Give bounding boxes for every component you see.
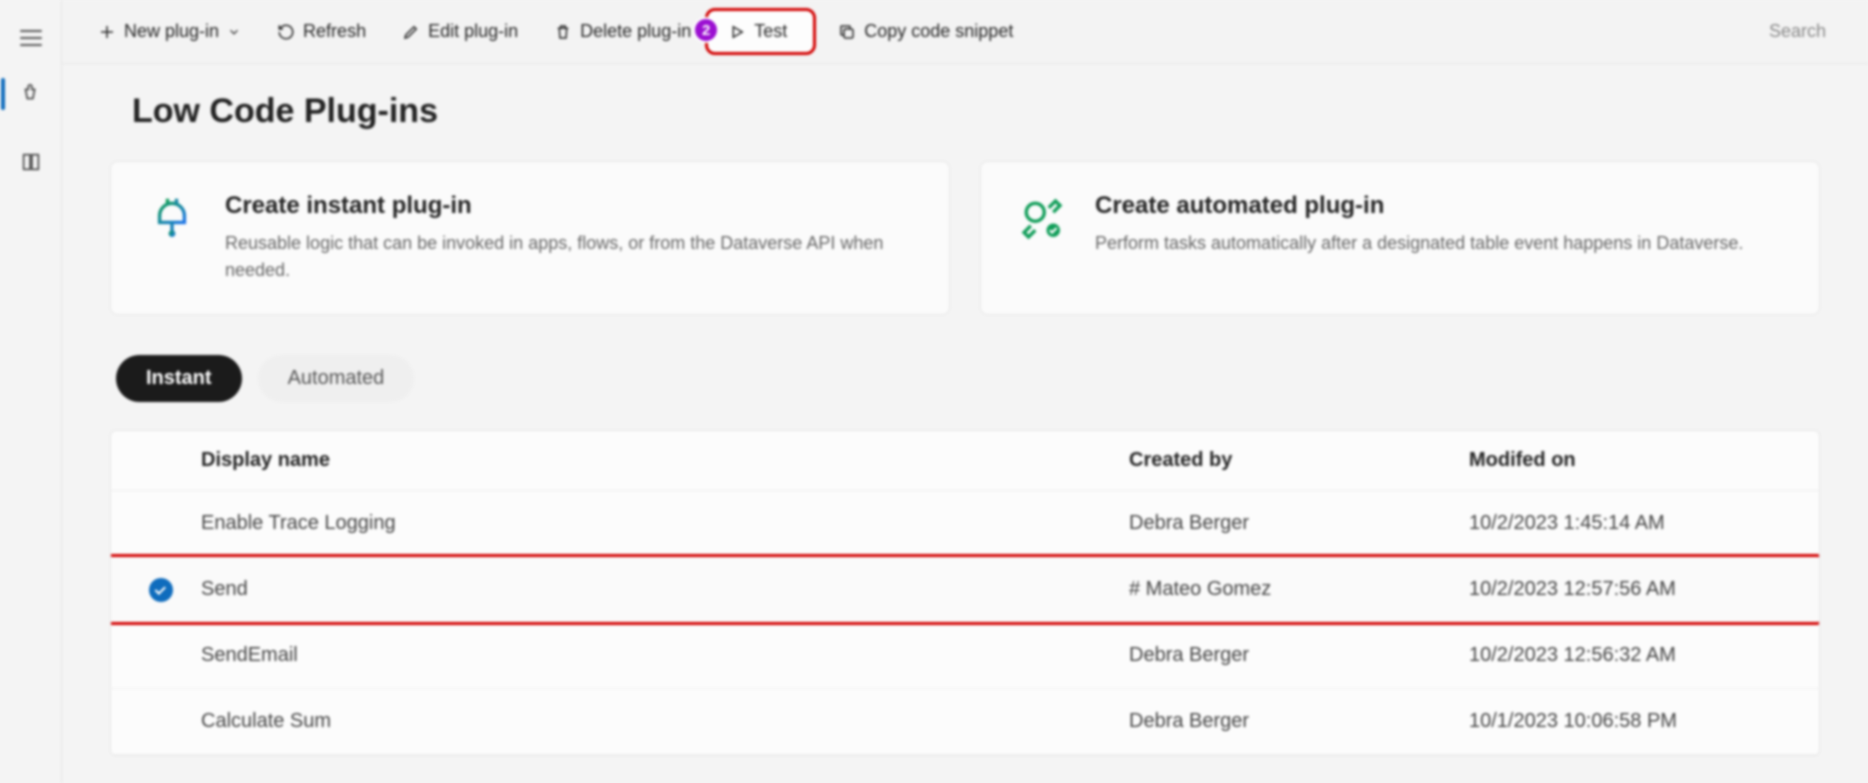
test-button[interactable]: Test bbox=[722, 17, 793, 46]
cell-name: Enable Trace Logging bbox=[201, 512, 1129, 535]
table-row[interactable]: Calculate Sum Debra Berger 10/1/2023 10:… bbox=[111, 689, 1819, 755]
table-row[interactable]: SendEmail Debra Berger 10/2/2023 12:56:3… bbox=[111, 623, 1819, 689]
table-row[interactable]: Enable Trace Logging Debra Berger 10/2/2… bbox=[111, 491, 1819, 557]
copy-snippet-button[interactable]: Copy code snippet bbox=[824, 13, 1027, 50]
delete-plugin-label: Delete plug-in bbox=[580, 21, 691, 42]
instant-icon bbox=[145, 192, 199, 246]
cell-createdby: Debra Berger bbox=[1129, 710, 1469, 733]
checkmark-icon[interactable] bbox=[149, 578, 173, 602]
cell-modifiedon: 10/1/2023 10:06:58 PM bbox=[1469, 710, 1809, 733]
table-row[interactable]: 1 Send # Mateo Gomez 10/2/2023 12:57:56 … bbox=[111, 557, 1819, 623]
copy-icon bbox=[838, 23, 856, 41]
refresh-button[interactable]: Refresh bbox=[263, 13, 380, 50]
cell-createdby: Debra Berger bbox=[1129, 512, 1469, 535]
create-automated-card[interactable]: Create automated plug-in Perform tasks a… bbox=[980, 161, 1820, 315]
delete-plugin-button[interactable]: Delete plug-in bbox=[540, 13, 697, 50]
refresh-icon bbox=[277, 23, 295, 41]
tabs: Instant Automated bbox=[110, 355, 1820, 402]
toolbar: New plug-in Refresh Edit plug-in Delete … bbox=[62, 0, 1868, 64]
automated-card-desc: Perform tasks automatically after a desi… bbox=[1095, 230, 1743, 257]
cell-modifiedon: 10/2/2023 12:57:56 AM bbox=[1469, 578, 1809, 601]
test-button-highlight: 2 Test bbox=[705, 8, 816, 55]
left-nav-rail bbox=[0, 0, 62, 783]
new-plugin-button[interactable]: New plug-in bbox=[84, 13, 255, 50]
chevron-down-icon bbox=[227, 25, 241, 39]
new-plugin-label: New plug-in bbox=[124, 21, 219, 42]
test-label: Test bbox=[754, 21, 787, 42]
cell-modifiedon: 10/2/2023 1:45:14 AM bbox=[1469, 512, 1809, 535]
page-title: Low Code Plug-ins bbox=[132, 92, 1820, 131]
automated-card-title: Create automated plug-in bbox=[1095, 192, 1743, 220]
search-placeholder: Search bbox=[1769, 21, 1826, 41]
copy-snippet-label: Copy code snippet bbox=[864, 21, 1013, 42]
nav-plugin-icon[interactable] bbox=[11, 74, 51, 114]
table-header-row: Display name Created by Modifed on bbox=[111, 431, 1819, 491]
trash-icon bbox=[554, 23, 572, 41]
edit-plugin-label: Edit plug-in bbox=[428, 21, 518, 42]
cell-modifiedon: 10/2/2023 12:56:32 AM bbox=[1469, 644, 1809, 667]
cell-createdby: # Mateo Gomez bbox=[1129, 578, 1469, 601]
cell-name: Send bbox=[201, 578, 1129, 601]
annotation-badge-2: 2 bbox=[693, 17, 719, 43]
refresh-label: Refresh bbox=[303, 21, 366, 42]
instant-card-title: Create instant plug-in bbox=[225, 192, 915, 220]
col-created-by[interactable]: Created by bbox=[1129, 449, 1469, 472]
nav-book-icon[interactable] bbox=[11, 142, 51, 182]
plugin-table: Display name Created by Modifed on Enabl… bbox=[110, 430, 1820, 756]
edit-plugin-button[interactable]: Edit plug-in bbox=[388, 13, 532, 50]
play-icon bbox=[728, 23, 746, 41]
cell-createdby: Debra Berger bbox=[1129, 644, 1469, 667]
instant-card-desc: Reusable logic that can be invoked in ap… bbox=[225, 230, 915, 284]
col-modified-on[interactable]: Modifed on bbox=[1469, 449, 1809, 472]
col-display-name[interactable]: Display name bbox=[201, 449, 1129, 472]
search-input[interactable]: Search bbox=[1749, 13, 1846, 50]
tab-automated[interactable]: Automated bbox=[258, 355, 415, 402]
automated-icon bbox=[1015, 192, 1069, 246]
tab-instant[interactable]: Instant bbox=[116, 355, 242, 402]
cell-name: SendEmail bbox=[201, 644, 1129, 667]
menu-icon[interactable] bbox=[20, 30, 42, 46]
create-instant-card[interactable]: Create instant plug-in Reusable logic th… bbox=[110, 161, 950, 315]
pencil-icon bbox=[402, 23, 420, 41]
cell-name: Calculate Sum bbox=[201, 710, 1129, 733]
